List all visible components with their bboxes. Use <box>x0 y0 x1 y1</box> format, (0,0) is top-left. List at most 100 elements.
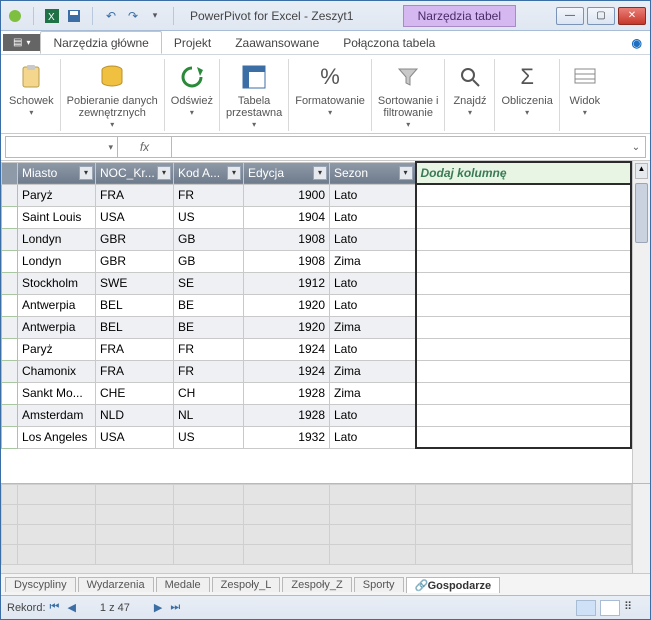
expand-formula-icon[interactable]: ⌄ <box>627 142 645 153</box>
row-header[interactable] <box>2 404 18 426</box>
cell-noc[interactable]: NLD <box>96 404 174 426</box>
cell-sezon[interactable]: Lato <box>330 426 416 448</box>
row-header[interactable] <box>2 184 18 206</box>
cell-addcol[interactable] <box>416 382 632 404</box>
cell-miasto[interactable]: Chamonix <box>18 360 96 382</box>
cell-edycja[interactable]: 1912 <box>244 272 330 294</box>
other-view-button[interactable]: ⠿ <box>624 600 644 616</box>
add-column-header[interactable]: Dodaj kolumnę <box>416 162 632 184</box>
table-row[interactable]: Amsterdam NLD NL 1928 Lato <box>2 404 632 426</box>
sheet-tab-dyscypliny[interactable]: Dyscypliny <box>5 577 76 592</box>
calc-scrollbar[interactable] <box>632 484 650 573</box>
cell-kod[interactable]: GB <box>174 250 244 272</box>
ribbon-sort-filter[interactable]: Sortowanie i filtrowanie ▾ <box>372 59 446 131</box>
data-grid[interactable]: Miasto▾ NOC_Kr...▾ Kod A...▾ Edycja▾ Sez… <box>1 161 632 483</box>
row-header[interactable] <box>2 228 18 250</box>
undo-icon[interactable]: ↶ <box>103 8 119 24</box>
calc-grid[interactable] <box>1 484 632 573</box>
cell-miasto[interactable]: Antwerpia <box>18 316 96 338</box>
table-row[interactable]: Saint Louis USA US 1904 Lato <box>2 206 632 228</box>
excel-icon[interactable]: X <box>44 8 60 24</box>
cell-noc[interactable]: BEL <box>96 294 174 316</box>
fx-label[interactable]: fx <box>118 137 172 157</box>
maximize-button[interactable]: ▢ <box>587 7 615 25</box>
cell-sezon[interactable]: Zima <box>330 250 416 272</box>
redo-icon[interactable]: ↷ <box>125 8 141 24</box>
cell-edycja[interactable]: 1904 <box>244 206 330 228</box>
row-header[interactable] <box>2 316 18 338</box>
cell-kod[interactable]: BE <box>174 316 244 338</box>
cell-kod[interactable]: FR <box>174 338 244 360</box>
cell-noc[interactable]: USA <box>96 206 174 228</box>
help-icon[interactable]: ◉ <box>632 36 642 50</box>
sheet-tab-gospodarze[interactable]: 🔗Gospodarze <box>406 577 501 593</box>
cell-noc[interactable]: FRA <box>96 338 174 360</box>
cell-miasto[interactable]: Stockholm <box>18 272 96 294</box>
cell-sezon[interactable]: Zima <box>330 316 416 338</box>
cell-kod[interactable]: NL <box>174 404 244 426</box>
sheet-tab-wydarzenia[interactable]: Wydarzenia <box>78 577 154 592</box>
cell-miasto[interactable]: Londyn <box>18 250 96 272</box>
cell-edycja[interactable]: 1900 <box>244 184 330 206</box>
cell-kod[interactable]: CH <box>174 382 244 404</box>
cell-edycja[interactable]: 1924 <box>244 338 330 360</box>
sheet-tab-medale[interactable]: Medale <box>156 577 210 592</box>
cell-noc[interactable]: BEL <box>96 316 174 338</box>
tab-projekt[interactable]: Projekt <box>162 31 223 54</box>
cell-kod[interactable]: US <box>174 426 244 448</box>
cell-noc[interactable]: FRA <box>96 184 174 206</box>
ribbon-formatting[interactable]: % Formatowanie ▾ <box>289 59 372 131</box>
cell-edycja[interactable]: 1932 <box>244 426 330 448</box>
cell-sezon[interactable]: Lato <box>330 294 416 316</box>
cell-sezon[interactable]: Zima <box>330 360 416 382</box>
cell-noc[interactable]: CHE <box>96 382 174 404</box>
table-row[interactable]: Paryż FRA FR 1900 Lato <box>2 184 632 206</box>
cell-kod[interactable]: FR <box>174 184 244 206</box>
col-kod[interactable]: Kod A...▾ <box>174 162 244 184</box>
row-header[interactable] <box>2 272 18 294</box>
formula-input[interactable] <box>172 137 627 157</box>
col-sezon[interactable]: Sezon▾ <box>330 162 416 184</box>
cell-kod[interactable]: BE <box>174 294 244 316</box>
table-row[interactable]: Londyn GBR GB 1908 Zima <box>2 250 632 272</box>
cell-addcol[interactable] <box>416 272 632 294</box>
cell-edycja[interactable]: 1928 <box>244 404 330 426</box>
cell-miasto[interactable]: Londyn <box>18 228 96 250</box>
cell-kod[interactable]: SE <box>174 272 244 294</box>
col-edycja[interactable]: Edycja▾ <box>244 162 330 184</box>
cell-sezon[interactable]: Lato <box>330 206 416 228</box>
cell-addcol[interactable] <box>416 316 632 338</box>
cell-sezon[interactable]: Lato <box>330 184 416 206</box>
cell-sezon[interactable]: Lato <box>330 404 416 426</box>
sheet-tab-zespoły_l[interactable]: Zespoły_L <box>212 577 281 592</box>
cell-addcol[interactable] <box>416 206 632 228</box>
qat-more-icon[interactable]: ▾ <box>147 8 163 24</box>
cell-addcol[interactable] <box>416 404 632 426</box>
table-row[interactable]: Stockholm SWE SE 1912 Lato <box>2 272 632 294</box>
cell-miasto[interactable]: Paryż <box>18 184 96 206</box>
cell-noc[interactable]: GBR <box>96 250 174 272</box>
ribbon-calculations[interactable]: Σ Obliczenia ▾ <box>495 59 559 131</box>
col-miasto[interactable]: Miasto▾ <box>18 162 96 184</box>
cell-noc[interactable]: SWE <box>96 272 174 294</box>
cell-addcol[interactable] <box>416 338 632 360</box>
scroll-up-icon[interactable]: ▲ <box>635 163 648 179</box>
cell-addcol[interactable] <box>416 250 632 272</box>
cell-noc[interactable]: USA <box>96 426 174 448</box>
cell-edycja[interactable]: 1920 <box>244 294 330 316</box>
close-button[interactable]: ✕ <box>618 7 646 25</box>
cell-addcol[interactable] <box>416 360 632 382</box>
tab-linked-table[interactable]: Połączona tabela <box>331 31 447 54</box>
table-row[interactable]: Los Angeles USA US 1932 Lato <box>2 426 632 448</box>
file-menu[interactable]: ▤▾ <box>3 34 40 51</box>
table-row[interactable]: Antwerpia BEL BE 1920 Zima <box>2 316 632 338</box>
cell-sezon[interactable]: Lato <box>330 228 416 250</box>
table-row[interactable]: Paryż FRA FR 1924 Lato <box>2 338 632 360</box>
row-header[interactable] <box>2 426 18 448</box>
cell-edycja[interactable]: 1908 <box>244 250 330 272</box>
row-header[interactable] <box>2 294 18 316</box>
grid-view-button[interactable] <box>576 600 596 616</box>
save-icon[interactable] <box>66 8 82 24</box>
cell-sezon[interactable]: Lato <box>330 338 416 360</box>
table-row[interactable]: Sankt Mo... CHE CH 1928 Zima <box>2 382 632 404</box>
